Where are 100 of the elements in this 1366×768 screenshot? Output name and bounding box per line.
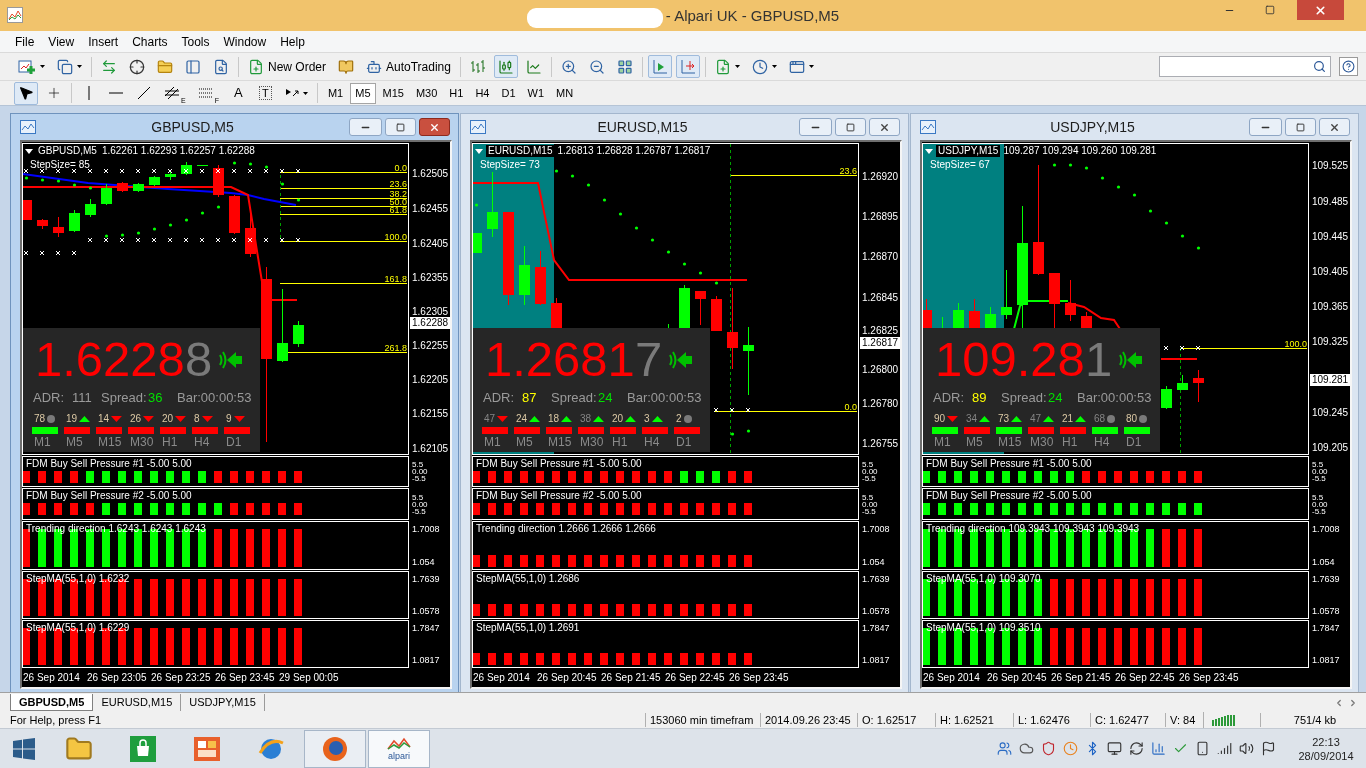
scale-label: 1.0817 [412, 655, 441, 665]
flag-icon [1261, 741, 1276, 756]
horizontal-line-icon [108, 91, 124, 95]
menu-item[interactable]: Insert [81, 31, 126, 52]
indicator-title: StepMA(55,1,0) 1.6229 [26, 622, 130, 633]
timeframe-button[interactable]: H4 [470, 82, 495, 104]
current-price-label: 109.281 [1310, 374, 1350, 386]
close-icon [429, 121, 440, 133]
caret-icon [771, 65, 777, 68]
menu-item[interactable]: Tools [174, 31, 217, 52]
chart-tab[interactable]: USDJPY,M15 [181, 694, 265, 711]
chart-shift-button[interactable] [647, 55, 672, 78]
restore-button[interactable] [1285, 118, 1316, 136]
scale-label: 0.00 [1312, 500, 1329, 508]
new-order-button[interactable]: New Order [244, 55, 330, 78]
close-icon [1329, 121, 1340, 133]
shield-icon [1041, 741, 1056, 756]
help-icon [1342, 60, 1355, 73]
time-label: 26 Sep 21:45 [601, 672, 662, 684]
taskbar-app-button[interactable]: alpari [368, 729, 430, 768]
scroll-right-icon[interactable] [1348, 697, 1358, 708]
taskbar-app-button[interactable] [304, 729, 366, 768]
people-icon [997, 741, 1012, 756]
timeframe-button[interactable]: D1 [496, 82, 521, 104]
ohlc-bars-icon [469, 58, 486, 75]
help-button[interactable] [1339, 57, 1358, 76]
chart-tab[interactable]: EURUSD,M15 [93, 694, 182, 711]
scale-label: -5.5 [862, 507, 878, 515]
robot-icon [366, 58, 382, 75]
scale-label: -5.5 [412, 475, 427, 482]
chart-window-icon [470, 120, 486, 134]
menu-item[interactable]: View [41, 31, 82, 52]
maximize-icon [1264, 5, 1275, 15]
menu-item[interactable]: Window [216, 31, 274, 52]
scale-label: 1.054 [1312, 557, 1336, 567]
restore-button[interactable] [385, 118, 416, 136]
price-label: 1.26755 [862, 438, 899, 450]
window-title: USDJPY,M15 [1049, 119, 1136, 135]
timeframe-button[interactable]: M15 [377, 82, 409, 104]
time-label: 26 Sep 23:45 [215, 672, 276, 684]
close-button[interactable] [869, 118, 900, 136]
candlestick-icon [497, 58, 514, 75]
time-label: 26 Sep 22:45 [665, 672, 726, 684]
timeframe-button[interactable]: M30 [410, 82, 443, 104]
indicator-title: Trending direction 109.3943 109.3943 109.3943 [926, 523, 1140, 534]
price-label: 109.405 [1312, 266, 1349, 278]
time-label: 26 Sep 22:45 [1115, 672, 1176, 684]
close-button[interactable] [419, 118, 450, 136]
timeframe-button[interactable]: W1 [522, 82, 549, 104]
status-text: For Help, press F1 [9, 713, 103, 727]
restore-button[interactable] [835, 118, 866, 136]
candlestick-button[interactable] [493, 55, 518, 78]
indicator-title: StepMA(55,1,0) 1.6232 [26, 573, 130, 584]
copy-icon [57, 58, 73, 75]
autotrading-button[interactable]: AutoTrading [362, 55, 455, 78]
scale-label: 1.7847 [862, 623, 891, 633]
timeframe-button[interactable]: MN [551, 82, 579, 104]
scale-label: 1.0578 [412, 606, 441, 616]
menu-item[interactable]: File [8, 31, 42, 52]
scale-label: 0.00 [862, 468, 879, 475]
crosshair-icon [46, 85, 62, 101]
text-label-button[interactable]: T [253, 81, 277, 105]
scale-label: 0.00 [1312, 468, 1329, 475]
clock-date: 28/09/2014 [1298, 748, 1354, 763]
auto-scroll-button[interactable] [675, 55, 700, 78]
status-text: 2014.09.26 23:45 [760, 713, 857, 727]
menu-item[interactable]: Help [273, 31, 312, 52]
minimize-button[interactable] [349, 118, 382, 136]
price-label: 109.525 [1312, 160, 1349, 172]
grid-icon [616, 58, 633, 75]
axis-arrow-icon [679, 58, 696, 75]
close-button[interactable] [1319, 118, 1350, 136]
scale-label: 1.7008 [412, 524, 441, 534]
minimize-button[interactable] [1249, 118, 1282, 136]
text-button[interactable]: A [226, 81, 250, 105]
timeframe-button[interactable]: H1 [444, 82, 469, 104]
caret-icon [302, 91, 308, 95]
price-label: 1.62155 [412, 408, 449, 420]
scale-label: 1.054 [862, 557, 886, 567]
menu-item[interactable]: Charts [125, 31, 175, 52]
timeframe-button[interactable]: M5 [350, 82, 376, 104]
panel-icon [185, 58, 201, 75]
zoom-out-icon [588, 58, 605, 75]
caret-icon [77, 65, 82, 68]
chart-lines-icon [386, 736, 412, 751]
search-field[interactable] [1159, 56, 1331, 77]
clock-icon [751, 58, 768, 75]
price-label: 1.62105 [412, 443, 449, 455]
minimize-button[interactable] [799, 118, 832, 136]
scroll-left-icon[interactable] [1334, 697, 1344, 708]
close-button[interactable] [1297, 0, 1344, 20]
signal-icon [1217, 741, 1232, 756]
chart-tab[interactable]: GBPUSD,M5 [10, 694, 94, 711]
timeframe-button[interactable]: M1 [322, 82, 349, 104]
scale-label: 1.0817 [862, 655, 891, 665]
pointer-button[interactable] [14, 81, 38, 105]
bar-chart-icon [1151, 741, 1166, 756]
axis-triangle-icon [651, 58, 668, 75]
clock-icon [1063, 741, 1078, 756]
scale-label: 0.00 [412, 468, 429, 475]
